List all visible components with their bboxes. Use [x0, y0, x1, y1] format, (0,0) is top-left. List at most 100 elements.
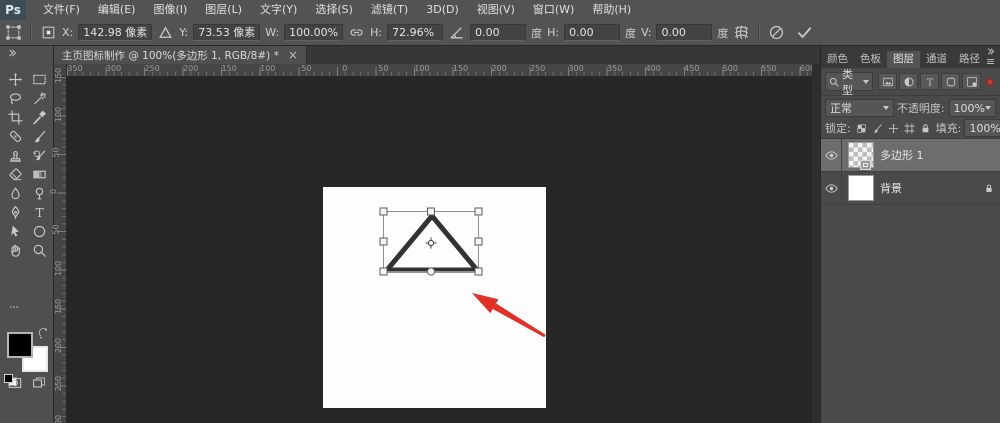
panel-tab-色板[interactable]: 色板: [854, 51, 887, 68]
menu-item[interactable]: 滤镜(T): [362, 0, 417, 20]
fill-select[interactable]: 100%: [964, 119, 1000, 137]
hruler-number: 400: [646, 64, 661, 73]
horizontal-ruler: 3503002502001501005005010015020025030035…: [67, 64, 812, 77]
lock-artboard-button[interactable]: [902, 121, 917, 135]
clone-stamp-tool[interactable]: [4, 147, 26, 165]
history-brush-tool[interactable]: [28, 147, 50, 165]
menu-item[interactable]: 编辑(E): [89, 0, 145, 20]
vruler-number: 100: [54, 106, 63, 121]
screen-mode-button[interactable]: [30, 376, 48, 390]
document-tab[interactable]: 主页图标制作 @ 100%(多边形 1, RGB/8#) * ×: [54, 46, 307, 64]
lock-move-button[interactable]: [886, 121, 901, 135]
filter-buttons: T: [878, 73, 981, 90]
layer-thumbnail[interactable]: [842, 142, 880, 168]
crop-tool[interactable]: [4, 109, 26, 127]
crop-tool-icon: [8, 110, 23, 125]
pen-tool[interactable]: [4, 204, 26, 222]
cancel-transform-icon[interactable]: [768, 24, 785, 41]
h-skew-field[interactable]: 0.00: [564, 24, 620, 41]
blur-tool[interactable]: [4, 185, 26, 203]
menu-item[interactable]: 选择(S): [306, 0, 362, 20]
lock-brush-button[interactable]: [870, 121, 885, 135]
layer-filter-kind-select[interactable]: 类型: [825, 72, 873, 91]
layer-name[interactable]: 多边形 1: [880, 147, 978, 163]
canvas-overlay: [67, 77, 812, 423]
height-scale-field[interactable]: 72.96%: [387, 24, 443, 41]
menu-item[interactable]: 文件(F): [34, 0, 89, 20]
path-selection-tool[interactable]: [4, 223, 26, 241]
width-scale-field[interactable]: 100.00%: [284, 24, 343, 41]
type-tool[interactable]: T: [28, 204, 50, 222]
panel-tabs: 颜色色板图层通道路径: [821, 46, 1000, 68]
toolbar-collapse-icon[interactable]: [4, 48, 20, 58]
hruler-number: 300: [106, 64, 121, 73]
rotation-field[interactable]: 0.00: [470, 24, 526, 41]
y-label: Y:: [179, 26, 188, 39]
menu-item[interactable]: 窗口(W): [524, 0, 583, 20]
menu-item[interactable]: 图像(I): [144, 0, 196, 20]
menu-item[interactable]: 视图(V): [468, 0, 524, 20]
healing-brush-tool[interactable]: [4, 128, 26, 146]
menu-item[interactable]: 3D(D): [417, 0, 468, 20]
canvas-scrollbar[interactable]: [812, 64, 820, 423]
layer-lock-icon: [978, 183, 1000, 194]
filter-ftype-button[interactable]: T: [920, 73, 939, 90]
shape-tool[interactable]: [28, 223, 50, 241]
hand-tool[interactable]: [4, 242, 26, 260]
menu-item[interactable]: 帮助(H): [583, 0, 640, 20]
filter-fshape-button[interactable]: [941, 73, 960, 90]
fshape-filter-icon: [945, 76, 957, 88]
close-document-icon[interactable]: ×: [288, 49, 298, 61]
layer-row[interactable]: 多边形 1: [821, 139, 1000, 172]
magic-wand-tool[interactable]: [28, 90, 50, 108]
layer-visibility-toggle[interactable]: [821, 172, 842, 204]
foreground-color-swatch[interactable]: [7, 332, 33, 358]
layer-thumbnail[interactable]: [842, 175, 880, 201]
relative-position-icon[interactable]: [157, 24, 174, 41]
lock-checker-button[interactable]: [854, 121, 869, 135]
warp-mode-icon[interactable]: [733, 24, 750, 41]
commit-transform-icon[interactable]: [796, 24, 813, 41]
panel-tab-图层[interactable]: 图层: [887, 51, 920, 68]
layer-name[interactable]: 背景: [880, 180, 978, 196]
eraser-tool[interactable]: [4, 166, 26, 184]
filter-smart-button[interactable]: [962, 73, 981, 90]
gradient-tool[interactable]: [28, 166, 50, 184]
hruler-number: 50: [378, 64, 388, 73]
panel-tab-通道[interactable]: 通道: [920, 51, 953, 68]
layer-visibility-toggle[interactable]: [821, 139, 842, 171]
tool-preset-picker-icon[interactable]: [5, 24, 22, 41]
swap-colors-icon[interactable]: [38, 328, 49, 339]
menu-item[interactable]: 图层(L): [196, 0, 251, 20]
lock-lock-button[interactable]: [918, 121, 933, 135]
polygon-shape[interactable]: [387, 216, 477, 270]
marquee-tool[interactable]: [28, 71, 50, 89]
pen-tool-icon: [8, 205, 23, 220]
maintain-aspect-ratio-icon[interactable]: [348, 24, 365, 41]
panel-menu-icon[interactable]: [984, 57, 997, 66]
filter-adjust-button[interactable]: [899, 73, 918, 90]
x-position-field[interactable]: 142.98 像素: [78, 24, 152, 41]
brush-tool[interactable]: [28, 128, 50, 146]
zoom-tool[interactable]: [28, 242, 50, 260]
collapse-panels-icon[interactable]: [984, 47, 997, 56]
y-position-field[interactable]: 73.53 像素: [193, 24, 260, 41]
edit-toolbar-ellipsis-icon[interactable]: [6, 302, 22, 312]
filter-pixel-button[interactable]: [878, 73, 897, 90]
menu-item[interactable]: 文字(Y): [251, 0, 306, 20]
svg-text:T: T: [35, 206, 43, 220]
panel-tab-颜色[interactable]: 颜色: [821, 51, 854, 68]
panel-tab-路径[interactable]: 路径: [953, 51, 986, 68]
move-tool[interactable]: [4, 71, 26, 89]
layer-filtering-toggle-icon[interactable]: [984, 76, 996, 88]
x-label: X:: [62, 26, 73, 39]
opacity-select[interactable]: 100%: [949, 99, 996, 117]
layer-row[interactable]: 背景: [821, 172, 1000, 205]
eyedropper-tool[interactable]: [28, 109, 50, 127]
blend-mode-select[interactable]: 正常: [825, 99, 894, 117]
v-skew-field[interactable]: 0.00: [656, 24, 712, 41]
hruler-number: 550: [761, 64, 776, 73]
reference-point-locator-icon[interactable]: [40, 24, 57, 41]
lasso-tool[interactable]: [4, 90, 26, 108]
dodge-tool[interactable]: [28, 185, 50, 203]
